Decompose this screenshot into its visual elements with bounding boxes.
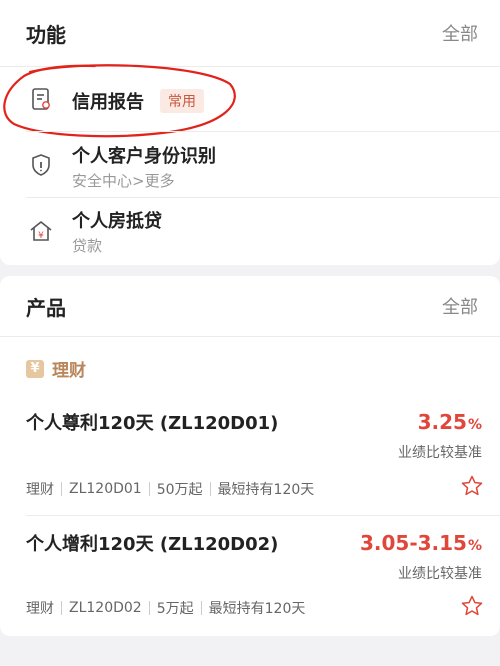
product-rate-label: 业绩比较基准 <box>398 566 482 582</box>
function-title-identity-verification: 个人客户身份识别 <box>72 146 216 167</box>
product-name: 个人增利120天 (ZL120D02) <box>26 534 279 555</box>
tag-separator <box>148 482 150 496</box>
tag-separator <box>209 482 211 496</box>
divider <box>0 336 500 337</box>
products-see-all-link[interactable]: 全部 <box>442 293 478 319</box>
functions-card: 功能 全部 信用报告 常用 个人客户身份识别 安全中心>更多 ¥ 个人房抵贷 贷… <box>0 0 500 265</box>
favorite-star-icon[interactable] <box>460 474 484 498</box>
product-rate: 3.05-3.15% <box>360 531 482 555</box>
product-tag: 最短持有120天 <box>208 601 306 617</box>
yen-icon: ¥ <box>26 359 44 378</box>
product-tags: 理财 ZL120D02 5万起 最短持有120天 <box>26 598 305 618</box>
product-rate-unit: % <box>467 538 482 554</box>
frequent-badge: 常用 <box>160 89 204 113</box>
tag-separator <box>61 601 62 615</box>
category-wealth-management: ¥ 理财 <box>26 356 86 381</box>
category-label: 理财 <box>52 361 86 381</box>
product-rate-unit: % <box>467 417 482 433</box>
product-tag: 最短持有120天 <box>217 482 315 498</box>
product-tag: ZL120D02 <box>69 600 142 616</box>
product-rate-value: 3.25 <box>417 410 467 434</box>
product-tag: ZL120D01 <box>69 481 142 497</box>
favorite-star-icon[interactable] <box>460 594 484 618</box>
functions-see-all-link[interactable]: 全部 <box>442 20 478 46</box>
divider <box>26 515 500 516</box>
products-card: 产品 全部 ¥ 理财 个人尊利120天 (ZL120D01) 3.25% 业绩比… <box>0 276 500 636</box>
function-subtitle-identity-verification: 安全中心>更多 <box>72 172 175 190</box>
product-rate-label: 业绩比较基准 <box>398 445 482 461</box>
product-rate-value: 3.05-3.15 <box>359 531 467 555</box>
function-title-credit-report: 信用报告 <box>72 92 144 113</box>
function-subtitle-house-mortgage-loan: 贷款 <box>72 237 103 255</box>
report-document-icon <box>32 88 50 110</box>
product-tag: 理财 <box>26 482 54 498</box>
tag-separator <box>200 601 202 615</box>
product-tags: 理财 ZL120D01 50万起 最短持有120天 <box>26 479 314 499</box>
product-rate: 3.25% <box>418 410 482 434</box>
product-name: 个人尊利120天 (ZL120D01) <box>26 413 279 434</box>
function-title-house-mortgage-loan: 个人房抵贷 <box>72 211 162 232</box>
products-title: 产品 <box>26 295 66 320</box>
functions-title: 功能 <box>26 22 66 47</box>
product-tag: 理财 <box>26 601 54 617</box>
products-header: 产品 全部 <box>26 276 478 336</box>
product-tag: 50万起 <box>156 482 203 498</box>
tag-separator <box>148 601 150 615</box>
product-tag: 5万起 <box>156 601 194 617</box>
house-yen-icon: ¥ <box>30 221 52 241</box>
functions-header: 功能 全部 <box>26 0 478 66</box>
tag-separator <box>61 482 62 496</box>
svg-text:¥: ¥ <box>38 231 44 241</box>
shield-icon <box>32 154 50 176</box>
